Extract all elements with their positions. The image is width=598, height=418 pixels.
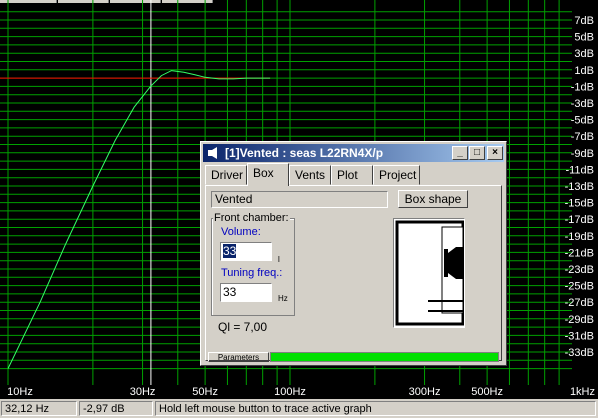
box-shape-drawing xyxy=(395,220,465,326)
y-tick-label: -33dB xyxy=(565,347,594,359)
y-tick-label: -23dB xyxy=(565,264,594,276)
close-icon: × xyxy=(492,147,498,158)
x-tick-label: 1kHz xyxy=(570,386,595,398)
dialog-title: [1]Vented : seas L22RN4X/p xyxy=(225,146,384,160)
box-shape-button[interactable]: Box shape xyxy=(398,190,468,208)
status-level: -2,97 dB xyxy=(79,401,153,416)
status-frequency: 32,12 Hz xyxy=(1,401,77,416)
x-tick-label: 30Hz xyxy=(130,386,156,398)
y-tick-label: -31dB xyxy=(565,330,594,342)
y-tick-label: -15dB xyxy=(565,198,594,210)
tab-plot[interactable]: Plot xyxy=(331,165,373,185)
vented-box-dialog: [1]Vented : seas L22RN4X/p _ □ × Driver … xyxy=(200,141,507,366)
dialog-title-bar[interactable]: [1]Vented : seas L22RN4X/p _ □ × xyxy=(203,144,504,162)
y-tick-label: -21dB xyxy=(565,247,594,259)
minimize-icon: _ xyxy=(457,147,463,158)
maximize-button[interactable]: □ xyxy=(469,146,485,160)
parameters-button[interactable]: Parameters xyxy=(208,352,269,362)
x-tick-label: 300Hz xyxy=(409,386,441,398)
volume-value: 33 xyxy=(223,244,237,258)
y-tick-label: -7dB xyxy=(571,131,594,143)
y-tick-label: -19dB xyxy=(565,231,594,243)
x-tick-label: 500Hz xyxy=(471,386,503,398)
box-tab-panel: Vented Box shape Front chamber: Volume: … xyxy=(205,185,502,362)
y-tick-label: -27dB xyxy=(565,297,594,309)
front-chamber-label: Front chamber: xyxy=(213,212,290,224)
speaker-app-icon xyxy=(208,147,217,159)
y-tick-label: 5dB xyxy=(574,32,594,44)
x-tick-label: 100Hz xyxy=(274,386,306,398)
minimize-button[interactable]: _ xyxy=(452,146,468,160)
status-bar: 32,12 Hz -2,97 dB Hold left mouse button… xyxy=(0,399,598,418)
tuning-freq-input[interactable]: 33 xyxy=(220,283,272,302)
volume-input[interactable]: 33 xyxy=(220,242,272,261)
box-type-field: Vented xyxy=(211,191,388,208)
y-tick-label: -25dB xyxy=(565,281,594,293)
tuning-freq-label: Tuning freq.: xyxy=(221,267,283,279)
y-tick-label: 7dB xyxy=(574,15,594,27)
tab-box[interactable]: Box xyxy=(247,163,289,186)
status-hint: Hold left mouse button to trace active g… xyxy=(155,401,596,416)
y-tick-label: -17dB xyxy=(565,214,594,226)
tab-vents[interactable]: Vents xyxy=(289,165,331,185)
y-tick-label: -9dB xyxy=(571,148,594,160)
x-tick-label: 50Hz xyxy=(192,386,218,398)
y-tick-label: -29dB xyxy=(565,314,594,326)
close-button[interactable]: × xyxy=(487,146,503,160)
y-tick-label: -1dB xyxy=(571,81,594,93)
y-tick-label: 1dB xyxy=(574,65,594,77)
y-tick-label: -5dB xyxy=(571,115,594,127)
y-tick-label: -3dB xyxy=(571,98,594,110)
tab-driver[interactable]: Driver xyxy=(205,165,247,185)
y-tick-label: -13dB xyxy=(565,181,594,193)
box-preview xyxy=(393,218,465,328)
maximize-icon: □ xyxy=(473,147,481,158)
tuning-freq-unit: Hz xyxy=(278,294,288,303)
status-indicator-bar xyxy=(270,352,499,362)
x-tick-label: 10Hz xyxy=(7,386,33,398)
volume-unit: l xyxy=(278,255,280,264)
volume-label: Volume: xyxy=(221,226,261,238)
y-tick-label: -11dB xyxy=(565,164,594,176)
y-tick-label: 3dB xyxy=(574,48,594,60)
tab-project[interactable]: Project xyxy=(373,165,420,185)
ql-value: Ql = 7,00 xyxy=(218,320,268,334)
